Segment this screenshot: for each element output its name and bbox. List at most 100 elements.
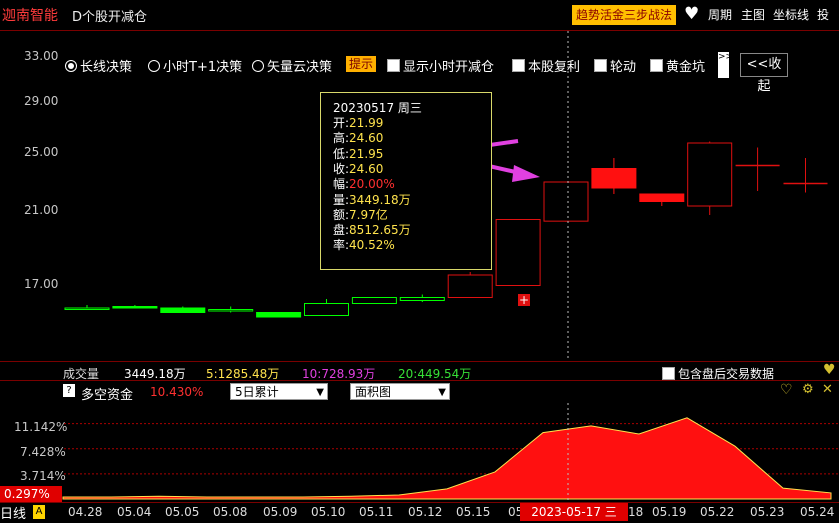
x-tick-label: 05.11 <box>359 505 394 519</box>
info-key: 量: <box>333 192 350 207</box>
favorite-heart-icon[interactable]: ♥ <box>684 4 699 24</box>
candle[interactable] <box>447 272 493 298</box>
tip-button[interactable]: 提示 <box>346 56 377 72</box>
info-key: 幅: <box>333 177 350 192</box>
svg-text:+: + <box>519 293 529 307</box>
coord-line-button[interactable]: 坐标线 <box>773 6 809 23</box>
candle-body <box>160 307 206 313</box>
panel-title: 多空资金 <box>81 388 134 403</box>
x-tick-label: 05.12 <box>408 505 443 519</box>
y-label: 21.00 <box>24 203 59 217</box>
x-tick-label: 05.15 <box>456 505 491 519</box>
main-chart-button[interactable]: 主图 <box>741 6 765 23</box>
candle-body <box>399 297 445 301</box>
panel-divider <box>0 380 839 381</box>
candle-body <box>256 312 302 318</box>
info-key: 额: <box>333 207 350 222</box>
candle[interactable] <box>64 305 110 310</box>
radio-hourly[interactable]: 小时T+1决策 <box>148 56 242 75</box>
info-weekday: 周三 <box>397 101 422 115</box>
candle-body <box>543 181 589 222</box>
settings-icon[interactable]: ⚙ <box>802 382 814 397</box>
checkbox-golden-pit[interactable]: 黄金坑 <box>650 56 705 75</box>
candle-body <box>495 219 541 286</box>
chevron-down-icon: ▼ <box>438 387 446 398</box>
candle[interactable] <box>543 181 589 222</box>
radio-vector-cloud[interactable]: 矢量云决策 <box>252 56 332 75</box>
candle[interactable] <box>639 193 685 206</box>
checkbox-compound[interactable]: 本股复利 <box>512 56 580 75</box>
checkbox-label: 显示小时开减仓 <box>403 60 495 75</box>
x-tick-label: 05.22 <box>700 505 735 519</box>
period-label[interactable]: 日线 <box>0 503 26 522</box>
info-value: 21.99 <box>349 116 384 130</box>
info-value: 24.60 <box>349 161 384 176</box>
info-key: 率: <box>333 238 350 253</box>
checkbox-icon <box>594 59 607 72</box>
x-tick-label: 05.09 <box>263 505 298 519</box>
radio-long-term[interactable]: 长线决策 <box>65 56 132 75</box>
candle[interactable] <box>208 306 254 313</box>
accumulation-select[interactable]: 5日累计 ▼ <box>230 383 328 400</box>
checkbox-label: 本股复利 <box>528 60 581 75</box>
info-date: 20230517 <box>333 101 395 115</box>
info-value: 7.97亿 <box>349 207 388 222</box>
stock-name[interactable]: 迦南智能 <box>2 5 58 25</box>
candle[interactable] <box>735 147 780 192</box>
info-date-row: 20230517 周三 <box>333 101 422 116</box>
x-tick-label: 05.19 <box>652 505 687 519</box>
candle[interactable] <box>399 294 445 303</box>
selected-date: 2023-05-17 三 <box>520 503 628 521</box>
candle[interactable] <box>495 219 541 286</box>
info-row: 率:40.52% <box>333 238 395 253</box>
radio-icon <box>65 59 77 72</box>
help-icon[interactable]: ? <box>63 384 75 397</box>
heart-icon[interactable]: ♥ <box>823 362 836 378</box>
info-row: 开:21.99 <box>333 116 383 131</box>
chevron-down-icon: ▼ <box>316 387 324 398</box>
candle[interactable] <box>112 305 158 309</box>
info-value: 24.60 <box>349 131 384 146</box>
radio-label: 长线决策 <box>80 60 133 75</box>
candle-body <box>447 274 493 298</box>
collapse-button[interactable]: <<收起 <box>740 53 788 94</box>
panel-value: 10.430% <box>150 385 204 399</box>
info-row: 额:7.97亿 <box>333 208 388 223</box>
mf-y-label: 7.428% <box>20 445 66 459</box>
heart-outline-icon[interactable]: ♡ <box>780 382 793 398</box>
candle[interactable] <box>304 299 349 316</box>
info-key: 开: <box>333 116 350 130</box>
x-axis-divider <box>0 502 839 503</box>
chart-type-select[interactable]: 面积图 ▼ <box>350 383 450 400</box>
warning-icon: A <box>33 505 45 519</box>
candle[interactable] <box>591 158 637 194</box>
candle[interactable] <box>783 158 828 193</box>
candle[interactable] <box>256 312 302 318</box>
radio-icon <box>148 59 160 72</box>
tip-label: 提示 <box>346 56 377 72</box>
info-row: 盘:8512.65万 <box>333 223 411 238</box>
info-row: 收:24.60 <box>333 162 383 177</box>
money-flow-chart[interactable] <box>0 403 839 502</box>
radio-icon <box>252 59 264 72</box>
candle-body <box>64 307 110 310</box>
close-icon[interactable]: ✕ <box>822 382 833 397</box>
indicator-name[interactable]: D个股开减仓 <box>72 6 147 25</box>
checkbox-icon <box>650 59 663 72</box>
info-value: 3449.18万 <box>349 192 411 207</box>
checkbox-rotation[interactable]: 轮动 <box>594 56 636 75</box>
checkbox-hourly-pos[interactable]: 显示小时开减仓 <box>387 56 494 75</box>
strategy-button[interactable]: 趋势活金三步战法 <box>572 5 677 25</box>
more-button[interactable]: 投 <box>817 6 829 23</box>
candle-body <box>687 142 733 207</box>
candle[interactable] <box>160 306 206 313</box>
candle[interactable] <box>351 297 397 304</box>
candle-body <box>591 168 637 189</box>
current-value-tag: 0.297% <box>0 486 62 502</box>
info-key: 收: <box>333 161 350 176</box>
scroll-right-button[interactable]: >> <box>718 52 733 78</box>
x-tick-label: 05.04 <box>117 505 152 519</box>
candle[interactable] <box>687 141 733 216</box>
period-button[interactable]: 周期 <box>708 6 732 23</box>
x-tick-label: 18 <box>628 505 644 519</box>
